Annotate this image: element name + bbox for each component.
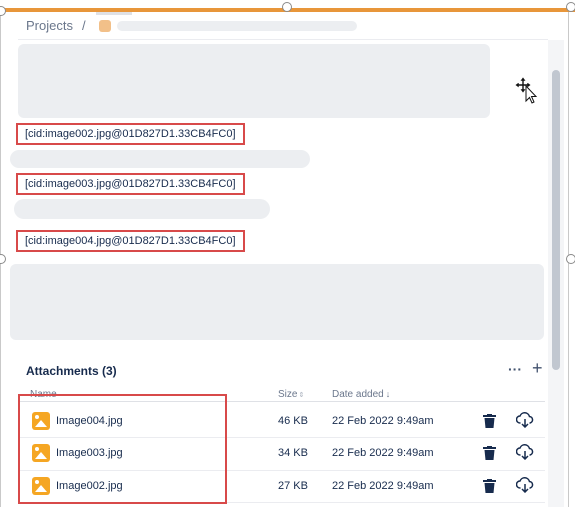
breadcrumb-projects[interactable]: Projects (26, 18, 73, 33)
cloud-download-icon[interactable] (516, 477, 534, 493)
breadcrumb-separator: / (81, 18, 86, 33)
resize-handle-top-center[interactable] (282, 2, 292, 12)
tab-indicator (96, 12, 132, 15)
blurred-text-line (10, 150, 310, 168)
attachment-date: 22 Feb 2022 9:49am (332, 480, 434, 492)
resize-handle-right[interactable] (566, 254, 575, 264)
project-avatar[interactable] (98, 19, 111, 32)
header-divider (18, 39, 548, 40)
attachment-size: 27 KB (278, 480, 308, 492)
scrollbar-thumb[interactable] (552, 70, 560, 370)
sort-icon: ⇕ (298, 392, 305, 399)
attachments-title: Attachments (3) (26, 364, 117, 378)
annotation-highlight-box (18, 394, 227, 504)
resize-handle-left[interactable] (0, 254, 6, 264)
inline-image-placeholder: [cid:image003.jpg@01D827D1.33CB4FC0] (16, 173, 245, 195)
column-header-size[interactable]: Size⇕ (278, 389, 304, 400)
sort-descending-icon: ↓ (385, 389, 391, 399)
attachment-size: 46 KB (278, 415, 308, 427)
blurred-text-block (10, 264, 544, 340)
resize-handle-top-right[interactable] (566, 2, 575, 12)
cloud-download-icon[interactable] (516, 444, 534, 460)
column-header-date[interactable]: Date added ↓ (332, 389, 390, 400)
breadcrumb: Projects / (26, 18, 357, 33)
trash-icon[interactable] (483, 446, 496, 460)
plus-icon[interactable]: + (532, 358, 543, 379)
more-horizontal-icon[interactable]: ··· (508, 361, 522, 377)
cloud-download-icon[interactable] (516, 412, 534, 428)
blurred-text-line (14, 199, 270, 219)
inline-image-placeholder: [cid:image004.jpg@01D827D1.33CB4FC0] (16, 230, 245, 252)
inline-image-placeholder: [cid:image002.jpg@01D827D1.33CB4FC0] (16, 123, 245, 145)
attachment-date: 22 Feb 2022 9:49am (332, 447, 434, 459)
move-cursor-icon (514, 76, 538, 104)
column-header-date-label: Date added (332, 389, 384, 400)
attachment-date: 22 Feb 2022 9:49am (332, 415, 434, 427)
breadcrumb-project-blurred[interactable] (116, 20, 357, 31)
trash-icon[interactable] (483, 414, 496, 428)
resize-handle-top-left[interactable] (0, 6, 6, 16)
trash-icon[interactable] (483, 479, 496, 493)
blurred-text-block (18, 44, 490, 118)
column-header-size-label: Size (278, 389, 298, 400)
attachment-size: 34 KB (278, 447, 308, 459)
